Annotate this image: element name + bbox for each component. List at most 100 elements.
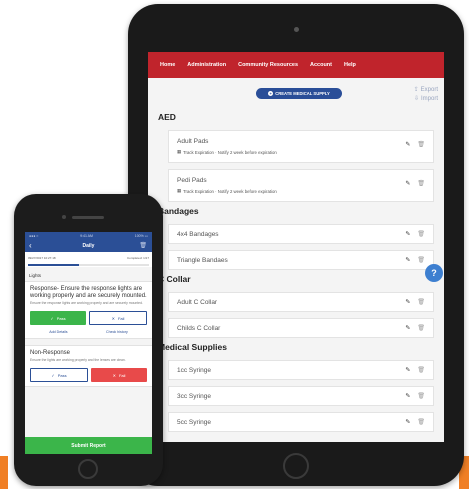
supply-item[interactable]: 5cc Syringe ✎ 🗑 <box>168 412 434 432</box>
pass-fail-group: ✓ Pass ✕ Fail <box>30 368 147 382</box>
fail-label: Fail <box>117 315 125 321</box>
delete-trash-icon[interactable]: 🗑 <box>417 393 425 400</box>
supply-name: 3cc Syringe <box>177 392 211 400</box>
tablet-home-button[interactable] <box>283 453 309 479</box>
item-tools: ✎ 🗑 <box>405 231 425 238</box>
item-tools: ✎ 🗑 <box>405 325 425 332</box>
create-medical-supply-button[interactable]: + CREATE MEDICAL SUPPLY <box>256 88 342 99</box>
section-title-bandages: Bandages <box>158 206 199 216</box>
supply-item[interactable]: 3cc Syringe ✎ 🗑 <box>168 386 434 406</box>
phone-header: ‹ Daily 🗑 <box>25 239 152 252</box>
delete-trash-icon[interactable]: 🗑 <box>417 419 425 426</box>
delete-trash-icon[interactable]: 🗑 <box>417 231 425 238</box>
pass-button[interactable]: ✓ Pass <box>30 311 86 325</box>
pass-label: Pass <box>56 315 66 321</box>
nav-administration[interactable]: Administration <box>187 62 226 68</box>
report-meta: 09/27/2017 10:27:18 Completed: 1/17 <box>25 252 152 264</box>
section-title-c-collar: C Collar <box>158 274 191 284</box>
item-tools: ✎ 🗑 <box>405 367 425 374</box>
delete-trash-icon[interactable]: 🗑 <box>417 141 425 148</box>
export-button[interactable]: ⇪ Export <box>400 86 438 94</box>
supply-name: Childs C Collar <box>177 324 221 332</box>
supply-expiration-note: ▦ Track Expiration · Notify 2 week befor… <box>177 188 425 194</box>
phone-status-bar: ●●● ≈ 9:41 AM 100% ▭ <box>25 232 152 239</box>
battery-status: 100% ▭ <box>134 233 148 238</box>
supply-name: 4x4 Bandages <box>177 230 219 238</box>
fail-label: Fail <box>118 372 126 378</box>
delete-trash-icon[interactable]: 🗑 <box>139 242 147 249</box>
help-question-icon[interactable]: ? <box>425 264 443 282</box>
supply-name: Triangle Bandaes <box>177 256 228 264</box>
fail-button[interactable]: ✕ Fail <box>91 368 147 382</box>
fail-button[interactable]: ✕ Fail <box>89 311 147 325</box>
supply-name: Adult Pads <box>177 138 209 145</box>
supply-item[interactable]: Adult Pads ▦ Track Expiration · Notify 2… <box>168 130 434 163</box>
edit-pencil-icon[interactable]: ✎ <box>405 257 410 264</box>
delete-trash-icon[interactable]: 🗑 <box>417 257 425 264</box>
edit-pencil-icon[interactable]: ✎ <box>405 393 410 400</box>
supply-name: 1cc Syringe <box>177 366 211 374</box>
supply-item[interactable]: Adult C Collar ✎ 🗑 <box>168 292 434 312</box>
supply-item[interactable]: Pedi Pads ▦ Track Expiration · Notify 2 … <box>168 169 434 202</box>
check-description: Ensure the response lights are working p… <box>30 301 143 305</box>
check-title: Response- Ensure the response lights are… <box>30 286 147 299</box>
phone-device: ●●● ≈ 9:41 AM 100% ▭ ‹ Daily 🗑 09/27/201… <box>14 194 163 486</box>
section-title-medical-supplies: Medical Supplies <box>158 342 227 352</box>
item-tools: ✎ 🗑 <box>405 299 425 306</box>
nav-account[interactable]: Account <box>310 62 332 68</box>
plus-icon: + <box>268 91 274 96</box>
supply-name: Adult C Collar <box>177 298 218 306</box>
phone-home-button[interactable] <box>78 459 98 479</box>
supply-item[interactable]: Childs C Collar ✎ 🗑 <box>168 318 434 338</box>
supply-name: Pedi Pads <box>177 177 207 184</box>
calendar-icon: ▦ <box>177 188 182 193</box>
edit-pencil-icon[interactable]: ✎ <box>405 180 410 187</box>
item-tools: ✎ 🗑 <box>405 419 425 426</box>
supply-expiration-note: ▦ Track Expiration · Notify 2 week befor… <box>177 149 425 155</box>
report-date: 09/27/2017 10:27:18 <box>28 256 56 260</box>
check-history-link[interactable]: Check history <box>106 330 128 334</box>
delete-trash-icon[interactable]: 🗑 <box>417 325 425 332</box>
check-item: Non-Response Ensure the lights are worki… <box>25 345 152 387</box>
edit-pencil-icon[interactable]: ✎ <box>405 231 410 238</box>
progress-bar <box>28 264 149 266</box>
edit-pencil-icon[interactable]: ✎ <box>405 325 410 332</box>
nav-help[interactable]: Help <box>344 62 356 68</box>
x-icon: ✕ <box>112 372 116 378</box>
top-navbar: Home Administration Community Resources … <box>148 52 444 78</box>
pass-label: Pass <box>57 372 67 378</box>
pass-fail-group: ✓ Pass ✕ Fail <box>30 311 147 325</box>
supply-item[interactable]: 4x4 Bandages ✎ 🗑 <box>168 224 434 244</box>
phone-screen: ●●● ≈ 9:41 AM 100% ▭ ‹ Daily 🗑 09/27/201… <box>25 232 152 454</box>
item-tools: ✎ 🗑 <box>405 393 425 400</box>
progress-track <box>25 264 152 267</box>
check-title: Non-Response <box>30 350 71 356</box>
orange-accent-left <box>0 456 8 489</box>
edit-pencil-icon[interactable]: ✎ <box>405 141 410 148</box>
create-button-label: CREATE MEDICAL SUPPLY <box>275 91 330 96</box>
supply-item[interactable]: 1cc Syringe ✎ 🗑 <box>168 360 434 380</box>
product-showcase: Home Administration Community Resources … <box>0 0 469 489</box>
add-details-link[interactable]: Add Details <box>49 330 67 334</box>
edit-pencil-icon[interactable]: ✎ <box>405 299 410 306</box>
export-icon: ⇪ <box>413 87 419 93</box>
nav-community-resources[interactable]: Community Resources <box>238 62 298 68</box>
edit-pencil-icon[interactable]: ✎ <box>405 419 410 426</box>
check-icon: ✓ <box>51 372 55 378</box>
import-button[interactable]: ⇩ Import <box>400 95 438 103</box>
pass-button[interactable]: ✓ Pass <box>30 368 88 382</box>
expiration-text: Track Expiration · Notify 2 week before … <box>183 188 277 194</box>
delete-trash-icon[interactable]: 🗑 <box>417 299 425 306</box>
supply-item[interactable]: Triangle Bandaes ✎ 🗑 <box>168 250 434 270</box>
progress-label: Completed: 1/17 <box>126 256 149 260</box>
import-export-actions: ⇪ Export ⇩ Import <box>400 86 438 104</box>
nav-home[interactable]: Home <box>160 62 175 68</box>
edit-pencil-icon[interactable]: ✎ <box>405 367 410 374</box>
item-tools: ✎ 🗑 <box>405 180 425 187</box>
delete-trash-icon[interactable]: 🗑 <box>417 367 425 374</box>
signal-status: ●●● ≈ <box>29 233 39 238</box>
delete-trash-icon[interactable]: 🗑 <box>417 180 425 187</box>
progress-fill <box>28 264 79 266</box>
submit-report-button[interactable]: Submit Report <box>25 437 152 454</box>
check-description: Ensure the lights are working properly a… <box>30 358 126 362</box>
